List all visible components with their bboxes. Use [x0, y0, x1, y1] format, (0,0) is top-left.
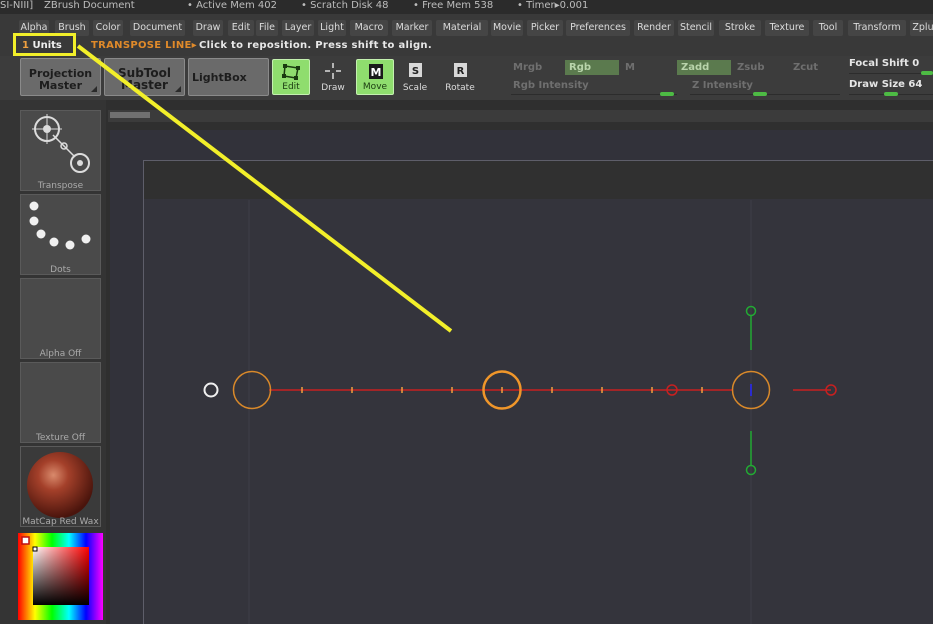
start-handle[interactable]	[232, 370, 272, 410]
transpose-overlay	[76, 44, 837, 624]
annotation-pointer-line	[76, 44, 453, 333]
cursor-circle	[203, 382, 219, 398]
